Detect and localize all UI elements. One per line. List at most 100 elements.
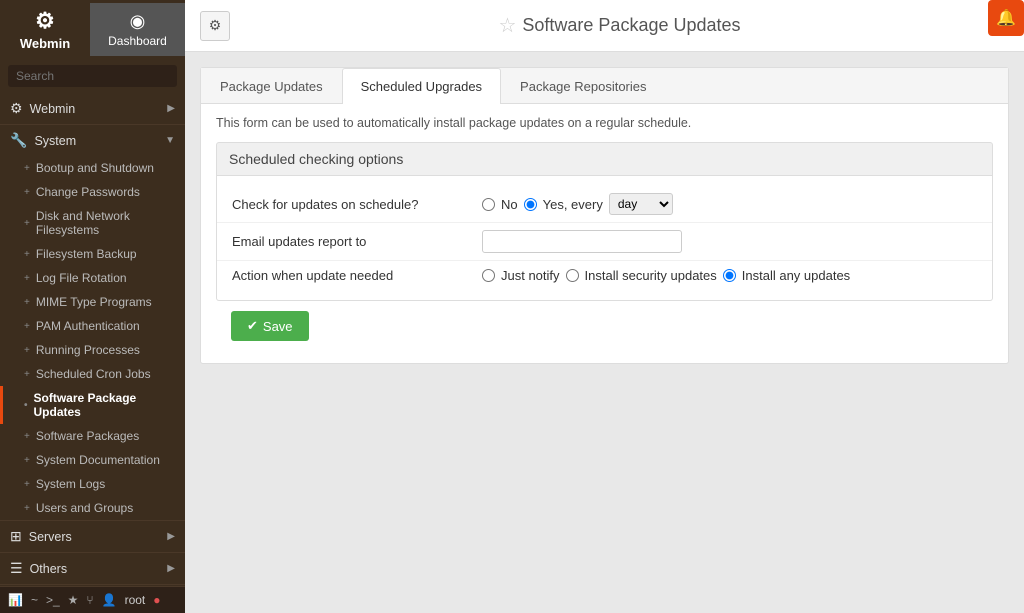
- sidebar-item-label: Users and Groups: [36, 501, 133, 515]
- action-needed-label: Action when update needed: [232, 268, 482, 283]
- form-info-text: This form can be used to automatically i…: [216, 116, 993, 130]
- page-title: ☆ Software Package Updates: [230, 13, 1009, 38]
- email-report-input[interactable]: [482, 230, 682, 253]
- check-schedule-yes-radio[interactable]: [524, 198, 537, 211]
- action-security-radio[interactable]: [566, 269, 579, 282]
- gear-icon: ⚙: [209, 17, 222, 34]
- sidebar-item-scheduled-cron[interactable]: + Scheduled Cron Jobs: [0, 362, 185, 386]
- webmin-section-icon: ⚙: [10, 100, 23, 117]
- action-just-notify-radio[interactable]: [482, 269, 495, 282]
- search-input[interactable]: [8, 65, 177, 87]
- option-row-action-needed: Action when update needed Just notify In…: [217, 261, 992, 290]
- favorite-star-icon[interactable]: ☆: [498, 13, 516, 38]
- action-any-label: Install any updates: [742, 268, 850, 283]
- bottom-star-icon[interactable]: ★: [68, 593, 79, 607]
- dashboard-link[interactable]: ◉ Dashboard: [90, 3, 185, 56]
- section-title: Scheduled checking options: [216, 142, 993, 176]
- sidebar-item-label: Log File Rotation: [36, 271, 127, 285]
- sidebar-item-running-processes[interactable]: + Running Processes: [0, 338, 185, 362]
- webmin-arrow-icon: ▶: [167, 103, 175, 114]
- check-schedule-no-radio[interactable]: [482, 198, 495, 211]
- check-schedule-label: Check for updates on schedule?: [232, 197, 482, 212]
- bottom-chart-icon[interactable]: 📊: [8, 593, 23, 607]
- sidebar-section-header-webmin[interactable]: ⚙ Webmin ▶: [0, 93, 185, 124]
- sidebar-item-software-packages[interactable]: + Software Packages: [0, 424, 185, 448]
- email-report-control: [482, 230, 977, 253]
- check-schedule-no-label: No: [501, 197, 518, 212]
- content-area: Package Updates Scheduled Upgrades Packa…: [185, 52, 1024, 613]
- sidebar-item-log-rotation[interactable]: + Log File Rotation: [0, 266, 185, 290]
- interval-unit-select[interactable]: day week month: [609, 193, 673, 215]
- servers-section-label: Servers: [29, 530, 72, 544]
- tab-scheduled-upgrades-label: Scheduled Upgrades: [361, 79, 482, 94]
- webmin-label: Webmin: [20, 36, 70, 51]
- sidebar-item-label: Bootup and Shutdown: [36, 161, 154, 175]
- dot-icon: +: [24, 321, 30, 332]
- save-row: ✔ Save: [216, 301, 993, 351]
- servers-section-icon: ⊞: [10, 528, 22, 545]
- gear-button[interactable]: ⚙: [200, 11, 230, 41]
- dot-icon: +: [24, 503, 30, 514]
- dashboard-label: Dashboard: [108, 34, 167, 48]
- sidebar: ⚙ Webmin ◉ Dashboard ⚙ Webmin ▶ 🔧 System…: [0, 0, 185, 613]
- bottom-dot: ●: [153, 593, 160, 607]
- action-any-radio[interactable]: [723, 269, 736, 282]
- sidebar-item-mime-type[interactable]: + MIME Type Programs: [0, 290, 185, 314]
- others-section-icon: ☰: [10, 560, 23, 577]
- form-info-span: This form can be used to automatically i…: [216, 116, 691, 130]
- webmin-logo[interactable]: ⚙ Webmin: [0, 0, 90, 59]
- sidebar-item-users-groups[interactable]: + Users and Groups: [0, 496, 185, 520]
- sidebar-item-system-logs[interactable]: + System Logs: [0, 472, 185, 496]
- sidebar-item-label: Scheduled Cron Jobs: [36, 367, 151, 381]
- system-section-icon: 🔧: [10, 132, 27, 149]
- action-needed-control: Just notify Install security updates Ins…: [482, 268, 977, 283]
- sidebar-item-label: Filesystem Backup: [36, 247, 137, 261]
- dot-icon: +: [24, 218, 30, 229]
- bottom-tilde-icon[interactable]: ~: [31, 593, 38, 607]
- system-arrow-icon: ▼: [165, 135, 175, 146]
- dot-icon: +: [24, 455, 30, 466]
- dot-icon: +: [24, 273, 30, 284]
- system-items: + Bootup and Shutdown + Change Passwords…: [0, 156, 185, 520]
- sidebar-item-disk-network[interactable]: + Disk and Network Filesystems: [0, 204, 185, 242]
- dot-icon: •: [24, 400, 28, 411]
- sidebar-item-bootup[interactable]: + Bootup and Shutdown: [0, 156, 185, 180]
- others-arrow-icon: ▶: [167, 563, 175, 574]
- sidebar-search-container: [0, 59, 185, 93]
- scheduled-checking-section: Scheduled checking options Check for upd…: [216, 142, 993, 301]
- dot-icon: +: [24, 187, 30, 198]
- sidebar-item-software-package-updates[interactable]: • Software Package Updates: [0, 386, 185, 424]
- notification-button[interactable]: 🔔: [988, 0, 1024, 36]
- sidebar-section-header-others[interactable]: ☰ Others ▶: [0, 553, 185, 584]
- save-button[interactable]: ✔ Save: [231, 311, 309, 341]
- dot-icon: +: [24, 163, 30, 174]
- option-row-email-report: Email updates report to: [217, 223, 992, 261]
- servers-arrow-icon: ▶: [167, 531, 175, 542]
- sidebar-section-system: 🔧 System ▼ + Bootup and Shutdown + Chang…: [0, 125, 185, 521]
- dot-icon: +: [24, 431, 30, 442]
- sidebar-item-label: System Documentation: [36, 453, 160, 467]
- sidebar-item-label: PAM Authentication: [36, 319, 140, 333]
- sidebar-item-pam[interactable]: + PAM Authentication: [0, 314, 185, 338]
- sidebar-item-label: System Logs: [36, 477, 105, 491]
- tab-package-updates[interactable]: Package Updates: [201, 68, 342, 104]
- sidebar-section-header-system[interactable]: 🔧 System ▼: [0, 125, 185, 156]
- tab-scheduled-upgrades[interactable]: Scheduled Upgrades: [342, 68, 501, 104]
- save-button-label: Save: [263, 319, 293, 334]
- sidebar-item-system-documentation[interactable]: + System Documentation: [0, 448, 185, 472]
- bottom-terminal-icon[interactable]: >_: [46, 593, 60, 607]
- tab-package-repositories[interactable]: Package Repositories: [501, 68, 665, 104]
- sidebar-item-label: Disk and Network Filesystems: [36, 209, 175, 237]
- sidebar-item-label: Change Passwords: [36, 185, 140, 199]
- sidebar-item-label: Software Packages: [36, 429, 139, 443]
- page-title-text: Software Package Updates: [522, 15, 740, 36]
- sidebar-section-header-servers[interactable]: ⊞ Servers ▶: [0, 521, 185, 552]
- notification-icon: 🔔: [996, 8, 1016, 28]
- bottom-fork-icon[interactable]: ⑂: [86, 593, 93, 607]
- save-check-icon: ✔: [247, 318, 258, 334]
- dashboard-icon: ◉: [130, 11, 146, 32]
- sidebar-item-change-passwords[interactable]: + Change Passwords: [0, 180, 185, 204]
- sidebar-item-filesystem-backup[interactable]: + Filesystem Backup: [0, 242, 185, 266]
- bottom-user-icon[interactable]: 👤: [102, 593, 117, 607]
- sidebar-section-others: ☰ Others ▶: [0, 553, 185, 585]
